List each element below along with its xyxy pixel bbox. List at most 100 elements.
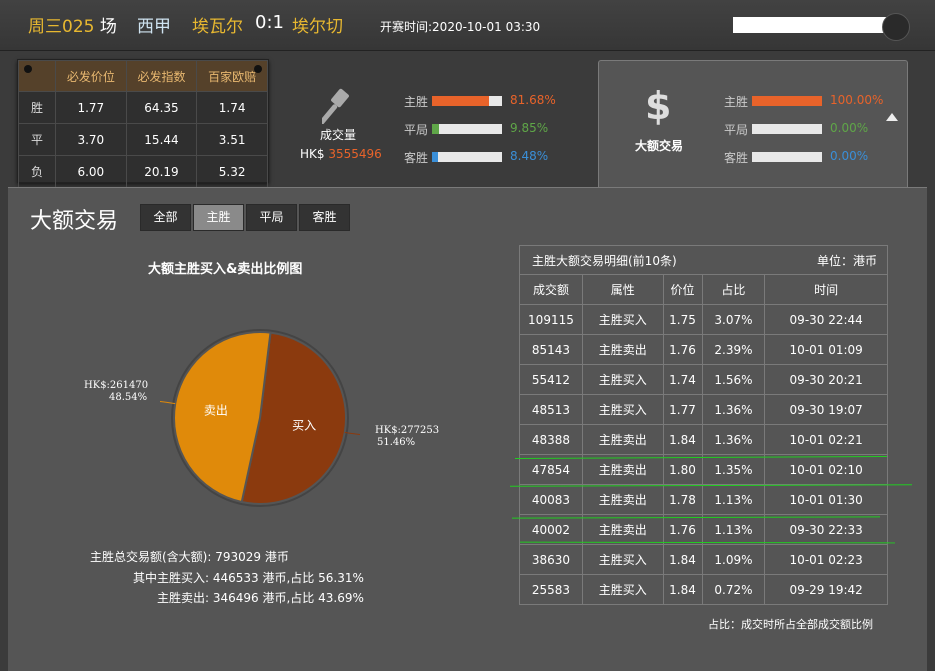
- pie-percent-label: 48.54%: [109, 392, 148, 403]
- bar-fill: [752, 96, 822, 106]
- detail-column-header: 价位: [662, 274, 703, 305]
- pin-icon: [254, 65, 262, 73]
- kickoff-time: 开赛时间:2020-10-01 03:30: [380, 20, 541, 34]
- header-blank-box: [733, 17, 906, 33]
- detail-cell: 主胜买入: [581, 364, 664, 395]
- summary-total: 主胜总交易额(含大额): 793029 港币: [90, 550, 289, 564]
- home-team[interactable]: 埃瓦尔: [192, 12, 243, 37]
- detail-row: 25583 主胜买入 1.84 0.72% 09-29 19:42: [519, 574, 888, 605]
- detail-cell: 主胜买入: [581, 394, 664, 425]
- bar-percent: 81.68%: [510, 93, 556, 107]
- detail-cell: 1.74: [662, 364, 703, 395]
- detail-cell: 3.07%: [701, 304, 766, 335]
- detail-cell: 48513: [519, 394, 583, 425]
- odds-cell: 6.00: [55, 155, 127, 188]
- detail-header-row: 成交额 属性 价位 占比 时间: [519, 274, 888, 305]
- odds-row: 平 3.70 15.44 3.51: [18, 123, 268, 156]
- odds-row: 胜 1.77 64.35 1.74: [18, 91, 268, 124]
- bar-track: [752, 124, 822, 134]
- detail-cell: 1.76: [662, 514, 703, 545]
- odds-cell: 64.35: [125, 91, 198, 124]
- detail-cell: 38630: [519, 544, 583, 575]
- detail-column-header: 属性: [581, 274, 664, 305]
- odds-row: 负 6.00 20.19 5.32: [18, 155, 268, 188]
- odds-cell: 1.77: [55, 91, 127, 124]
- detail-column-header: 占比: [701, 274, 766, 305]
- summary-sell: 主胜卖出: 346496 港币,占比 43.69%: [157, 591, 364, 605]
- league-name[interactable]: 西甲: [137, 12, 171, 37]
- detail-cell: 10-01 02:21: [764, 424, 888, 455]
- gavel-icon: [322, 88, 349, 124]
- bar-label: 客胜: [724, 151, 749, 165]
- detail-cell: 主胜卖出: [581, 514, 664, 545]
- odds-cell: 5.32: [196, 155, 268, 188]
- detail-cell: 09-30 20:21: [764, 364, 888, 395]
- detail-cell: 47854: [519, 454, 583, 485]
- away-team[interactable]: 埃尔切: [292, 12, 343, 37]
- bar-percent: 9.85%: [510, 121, 549, 135]
- bar-percent: 100.00%: [830, 93, 884, 107]
- panel-title: 大额交易: [30, 209, 119, 234]
- detail-cell: 1.35%: [701, 454, 766, 485]
- bar-fill: [432, 124, 439, 134]
- odds-cell: 3.51: [196, 123, 268, 156]
- detail-cell: 48388: [519, 424, 583, 455]
- detail-cell: 1.80: [662, 454, 703, 485]
- match-header: 周三025 场 西甲 埃瓦尔 0:1 埃尔切 开赛时间:2020-10-01 0…: [0, 0, 935, 51]
- footnote: 占比：成交时所占全部成交额比例: [708, 618, 873, 631]
- detail-cell: 1.36%: [701, 394, 766, 425]
- chart-title: 大额主胜买入&卖出比例图: [148, 262, 303, 277]
- detail-cell: 1.75: [662, 304, 703, 335]
- odds-column-header: 必发指数: [125, 60, 198, 92]
- detail-row: 55412 主胜买入 1.74 1.56% 09-30 20:21: [519, 364, 888, 395]
- bar-label: 客胜: [404, 151, 429, 165]
- collapse-arrow-icon[interactable]: [886, 113, 898, 121]
- detail-title-row: 主胜大额交易明细(前10条) 单位：港币: [519, 245, 888, 275]
- bar-track: [432, 124, 502, 134]
- detail-cell: 1.13%: [701, 484, 766, 515]
- detail-cell: 10-01 02:23: [764, 544, 888, 575]
- detail-cell: 1.09%: [701, 544, 766, 575]
- filter-tab-3[interactable]: 客胜: [299, 204, 350, 231]
- detail-cell: 主胜卖出: [581, 484, 664, 515]
- detail-cell: 09-30 22:33: [764, 514, 888, 545]
- filter-tab-2[interactable]: 平局: [246, 204, 297, 231]
- bar-label: 主胜: [404, 95, 429, 109]
- detail-row: 47854 主胜卖出 1.80 1.35% 10-01 02:10: [519, 454, 888, 485]
- detail-cell: 09-29 19:42: [764, 574, 888, 605]
- detail-cell: 85143: [519, 334, 583, 365]
- bar-percent: 0.00%: [830, 149, 869, 163]
- detail-cell: 主胜买入: [581, 574, 664, 605]
- detail-row: 38630 主胜买入 1.84 1.09% 10-01 02:23: [519, 544, 888, 575]
- bar-track: [752, 152, 822, 162]
- detail-cell: 1.36%: [701, 424, 766, 455]
- detail-cell: 40083: [519, 484, 583, 515]
- bar-track: [752, 96, 822, 106]
- detail-cell: 主胜买入: [581, 304, 664, 335]
- pie-slice-label: 买入: [292, 418, 316, 432]
- detail-unit: 单位：港币: [816, 253, 877, 268]
- detail-row: 85143 主胜卖出 1.76 2.39% 10-01 01:09: [519, 334, 888, 365]
- bar-label: 主胜: [724, 95, 749, 109]
- pie-slice-label: 卖出: [204, 404, 228, 418]
- dollar-icon: $: [645, 84, 672, 128]
- detail-row: 48513 主胜买入 1.77 1.36% 09-30 19:07: [519, 394, 888, 425]
- filter-tab-1[interactable]: 主胜: [193, 204, 244, 231]
- pie-value-label: HK$:261470: [84, 380, 149, 391]
- odds-cell: 15.44: [125, 123, 198, 156]
- volume-label: 成交量: [320, 128, 357, 142]
- detail-cell: 10-01 02:10: [764, 454, 888, 485]
- volume-value: HK$ 3555496: [300, 147, 382, 161]
- detail-cell: 1.84: [662, 424, 703, 455]
- bar-fill: [432, 96, 490, 106]
- odds-row-label: 负: [18, 155, 56, 188]
- filter-tab-0[interactable]: 全部: [140, 204, 191, 231]
- detail-column-header: 时间: [764, 274, 888, 305]
- detail-title: 主胜大额交易明细(前10条): [532, 253, 677, 268]
- detail-column-header: 成交额: [519, 274, 583, 305]
- detail-row: 48388 主胜卖出 1.84 1.36% 10-01 02:21: [519, 424, 888, 455]
- header-circle-icon[interactable]: [882, 13, 910, 41]
- detail-cell: 1.77: [662, 394, 703, 425]
- detail-cell: 25583: [519, 574, 583, 605]
- detail-cell: 09-30 22:44: [764, 304, 888, 335]
